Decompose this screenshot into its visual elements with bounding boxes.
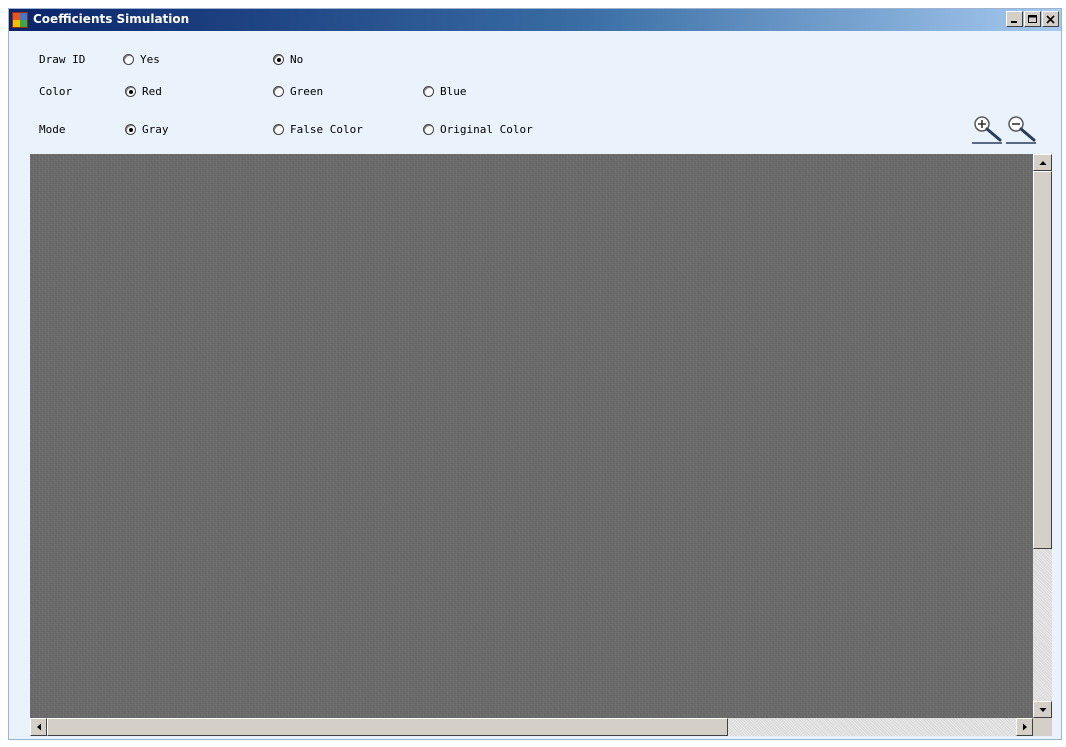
mode-gray-radio[interactable]: Gray bbox=[125, 123, 169, 136]
radio-label: Blue bbox=[440, 85, 467, 98]
draw-id-label: Draw ID bbox=[39, 53, 86, 66]
zoom-out-button[interactable] bbox=[1005, 115, 1037, 145]
radio-circle[interactable] bbox=[273, 54, 284, 65]
close-button[interactable] bbox=[1042, 11, 1059, 27]
image-viewport[interactable] bbox=[30, 154, 1052, 736]
radio-label: Red bbox=[142, 85, 162, 98]
radio-circle[interactable] bbox=[423, 124, 434, 135]
zoom-in-button[interactable] bbox=[971, 115, 1003, 145]
color-green-radio[interactable]: Green bbox=[273, 85, 323, 98]
scroll-up-button[interactable] bbox=[1033, 154, 1052, 171]
arrow-down-icon bbox=[1039, 707, 1046, 712]
radio-circle[interactable] bbox=[125, 124, 136, 135]
maximize-button[interactable] bbox=[1024, 11, 1041, 27]
radio-label: Yes bbox=[140, 53, 160, 66]
app-icon bbox=[12, 12, 28, 28]
radio-label: Gray bbox=[142, 123, 169, 136]
vertical-scrollbar[interactable] bbox=[1033, 154, 1052, 718]
minimize-button[interactable] bbox=[1006, 11, 1023, 27]
zoom-in-icon bbox=[972, 116, 1002, 144]
arrow-left-icon bbox=[36, 723, 41, 731]
radio-label: Green bbox=[290, 85, 324, 98]
vertical-scroll-thumb[interactable] bbox=[1033, 171, 1052, 549]
radio-circle[interactable] bbox=[123, 54, 134, 65]
radio-label: False Color bbox=[290, 123, 363, 136]
title-bar[interactable]: Coefficients Simulation bbox=[9, 9, 1061, 31]
arrow-right-icon bbox=[1022, 723, 1027, 731]
simulation-image bbox=[30, 154, 1033, 718]
maximize-icon bbox=[1028, 15, 1037, 23]
scroll-down-button[interactable] bbox=[1033, 701, 1052, 718]
horizontal-scrollbar[interactable] bbox=[30, 718, 1033, 736]
close-icon bbox=[1046, 15, 1055, 24]
color-blue-radio[interactable]: Blue bbox=[423, 85, 467, 98]
radio-circle[interactable] bbox=[423, 86, 434, 97]
minimize-icon bbox=[1011, 21, 1017, 23]
draw-id-no-radio[interactable]: No bbox=[273, 53, 303, 66]
mode-label: Mode bbox=[39, 123, 66, 136]
radio-circle[interactable] bbox=[273, 124, 284, 135]
scrollbar-corner bbox=[1033, 718, 1052, 736]
zoom-out-icon bbox=[1006, 116, 1036, 144]
mode-original-color-radio[interactable]: Original Color bbox=[423, 123, 533, 136]
radio-label: Original Color bbox=[440, 123, 533, 136]
radio-circle[interactable] bbox=[273, 86, 284, 97]
color-label: Color bbox=[39, 85, 73, 98]
mode-false-color-radio[interactable]: False Color bbox=[273, 123, 363, 136]
horizontal-scroll-thumb[interactable] bbox=[47, 718, 728, 736]
color-red-radio[interactable]: Red bbox=[125, 85, 162, 98]
window-title: Coefficients Simulation bbox=[33, 12, 190, 26]
arrow-up-icon bbox=[1039, 160, 1046, 165]
scroll-left-button[interactable] bbox=[30, 718, 47, 736]
scroll-right-button[interactable] bbox=[1016, 718, 1033, 736]
draw-id-yes-radio[interactable]: Yes bbox=[123, 53, 160, 66]
radio-label: No bbox=[290, 53, 304, 66]
window-controls bbox=[1006, 11, 1059, 27]
app-window: Coefficients Simulation Draw ID Yes No C… bbox=[8, 8, 1062, 740]
radio-circle[interactable] bbox=[125, 86, 136, 97]
